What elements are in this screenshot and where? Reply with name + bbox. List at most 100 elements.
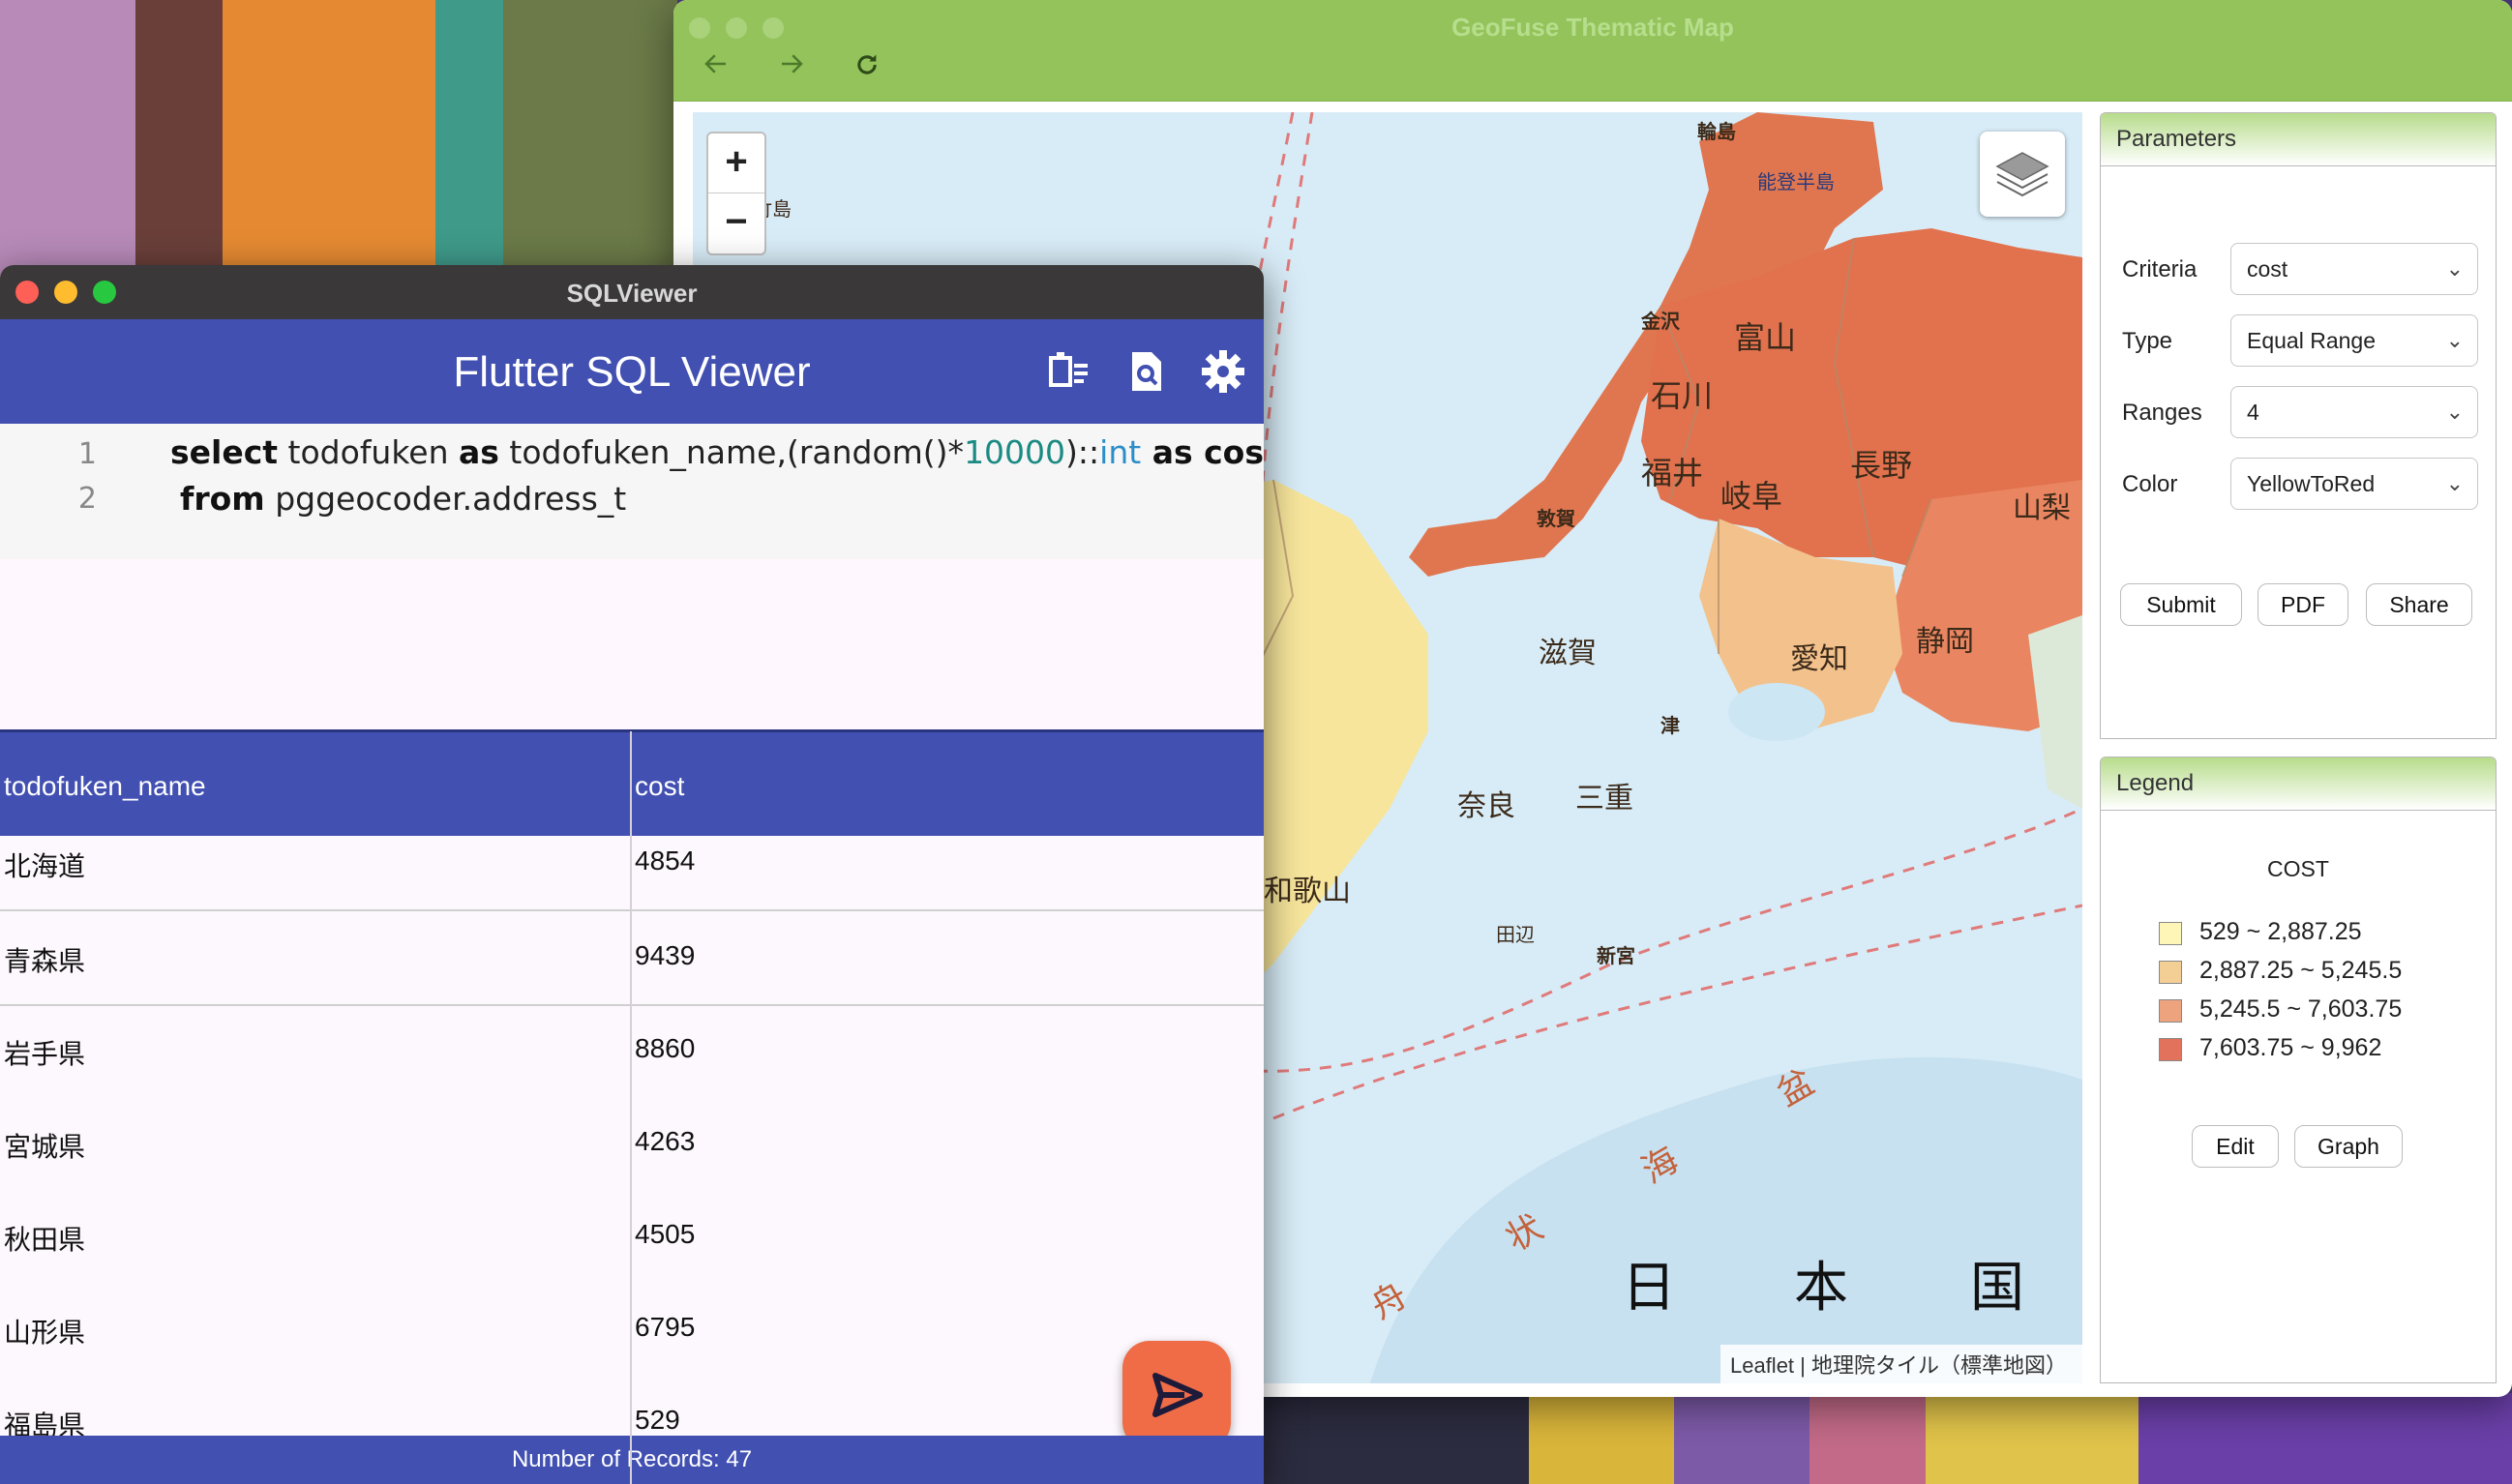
parameters-panel: Parameters Criteria cost ⌄ Type Equal Ra… xyxy=(2100,112,2497,739)
gear-icon xyxy=(1202,350,1244,393)
search-document-icon xyxy=(1132,352,1161,391)
cell-todofuken-name: 秋田県 xyxy=(4,1225,86,1255)
sqlviewer-titlebar: SQLViewer xyxy=(0,265,1264,320)
table-row[interactable]: 青森県 9439 xyxy=(0,911,1264,1006)
cell-todofuken-name: 北海道 xyxy=(4,851,86,881)
forward-button[interactable] xyxy=(770,46,813,89)
legend-swatch xyxy=(2159,1038,2182,1061)
ranges-value: 4 xyxy=(2247,400,2259,425)
map-label-shingu: 新宮 xyxy=(1597,946,1635,967)
map-attribution: Leaflet | 地理院タイル（標準地図） xyxy=(1720,1345,2082,1383)
record-count-status: Number of Records: 47 xyxy=(0,1436,1264,1484)
keyword-from: from xyxy=(180,480,265,518)
reload-button[interactable] xyxy=(846,46,888,89)
layers-icon xyxy=(1995,152,2049,197)
column-header-todofuken-name[interactable]: todofuken_name xyxy=(4,771,206,802)
color-value: YellowToRed xyxy=(2247,471,2376,496)
edit-button[interactable]: Edit xyxy=(2192,1125,2279,1168)
table-row[interactable]: 宮城県 4263 xyxy=(0,1099,1264,1194)
criteria-row: Criteria cost ⌄ xyxy=(2122,243,2478,297)
share-button[interactable]: Share xyxy=(2366,583,2472,626)
map-label-nagano: 長野 xyxy=(1850,448,1913,483)
table-delete-icon xyxy=(1049,352,1088,387)
attribution-text: | 地理院タイル（標準地図） xyxy=(1794,1353,2067,1378)
layers-button[interactable] xyxy=(1980,132,2065,217)
map-label-fukui: 福井 xyxy=(1641,456,1704,490)
map-label-ishikawa: 石川 xyxy=(1651,378,1714,413)
ranges-select[interactable]: 4 ⌄ xyxy=(2230,386,2478,438)
back-button[interactable] xyxy=(695,46,737,89)
cell-cost: 8860 xyxy=(635,1033,696,1063)
cell-cost: 4263 xyxy=(635,1126,696,1156)
map-label-kanazawa: 金沢 xyxy=(1641,312,1680,333)
graph-button[interactable]: Graph xyxy=(2294,1125,2403,1168)
type-value: Equal Range xyxy=(2247,328,2376,353)
zoom-out-button[interactable]: − xyxy=(708,193,764,252)
chevron-down-icon: ⌄ xyxy=(2445,471,2464,495)
code-token: todofuken xyxy=(278,433,459,471)
map-label-tsu: 津 xyxy=(1660,716,1680,737)
code-token: ):: xyxy=(1065,433,1100,471)
leaflet-link[interactable]: Leaflet xyxy=(1730,1353,1794,1378)
legend-panel: Legend COST 529 ~ 2,887.25 2,887.25 ~ 5,… xyxy=(2100,757,2497,1383)
line-number: 1 xyxy=(77,437,97,471)
criteria-value: cost xyxy=(2247,256,2288,282)
type-select[interactable]: Equal Range ⌄ xyxy=(2230,314,2478,367)
ranges-row: Ranges 4 ⌄ xyxy=(2122,386,2478,440)
table-row[interactable]: 北海道 4854 xyxy=(0,836,1264,911)
run-query-search-button[interactable] xyxy=(1122,348,1169,395)
keyword-select: select xyxy=(170,433,279,471)
settings-button[interactable] xyxy=(1200,348,1246,395)
column-divider xyxy=(630,731,632,1484)
criteria-label: Criteria xyxy=(2122,256,2198,282)
type-row: Type Equal Range ⌄ xyxy=(2122,314,2478,369)
code-line-2: from pggeocoder.address_t xyxy=(180,480,626,518)
window-title: SQLViewer xyxy=(566,279,698,308)
app-bar: Flutter SQL Viewer xyxy=(0,319,1264,424)
chevron-down-icon: ⌄ xyxy=(2445,256,2464,281)
pdf-button[interactable]: PDF xyxy=(2258,583,2348,626)
map-label-sea-3: 国 xyxy=(1970,1257,2024,1318)
map-label-toyama: 富山 xyxy=(1734,320,1797,355)
parameters-panel-title: Parameters xyxy=(2101,113,2496,166)
table-row[interactable]: 岩手県 8860 xyxy=(0,1006,1264,1101)
code-number: 10000 xyxy=(964,433,1066,471)
code-area[interactable]: 1 2 select todofuken as todofuken_name,(… xyxy=(0,424,1264,559)
execute-query-button[interactable] xyxy=(1122,1341,1231,1449)
cell-todofuken-name: 岩手県 xyxy=(4,1039,86,1069)
line-number: 2 xyxy=(77,482,97,516)
color-row: Color YellowToRed ⌄ xyxy=(2122,458,2478,512)
type-label: Type xyxy=(2122,328,2173,354)
criteria-select[interactable]: cost ⌄ xyxy=(2230,243,2478,295)
submit-button[interactable]: Submit xyxy=(2120,583,2242,626)
reload-icon xyxy=(857,54,877,74)
zoom-in-button[interactable]: + xyxy=(708,134,764,193)
cell-todofuken-name: 山形県 xyxy=(4,1318,86,1348)
legend-label: 7,603.75 ~ 9,962 xyxy=(2199,1034,2382,1061)
chevron-down-icon: ⌄ xyxy=(2445,328,2464,352)
code-line-1: select todofuken as todofuken_name,(rand… xyxy=(170,433,1264,471)
map-label-sea-1: 日 xyxy=(1622,1257,1676,1318)
cell-cost: 6795 xyxy=(635,1312,696,1342)
table-header: todofuken_name cost xyxy=(0,729,1264,839)
map-label-tanabe: 田辺 xyxy=(1496,925,1535,946)
map-label-noto: 能登半島 xyxy=(1757,172,1835,193)
map-label-tsuruga: 敦賀 xyxy=(1537,509,1575,530)
legend-swatch xyxy=(2159,999,2182,1023)
legend-panel-title: Legend xyxy=(2101,757,2496,811)
code-token: todofuken_name,(random()* xyxy=(498,433,965,471)
keyword-as: as xyxy=(1141,433,1193,471)
clear-table-button[interactable] xyxy=(1045,348,1092,395)
legend-label: 2,887.25 ~ 5,245.5 xyxy=(2199,957,2403,984)
code-type: int xyxy=(1099,433,1142,471)
table-row[interactable]: 秋田県 4505 xyxy=(0,1192,1264,1287)
table-row[interactable]: 山形県 6795 xyxy=(0,1285,1264,1380)
column-header-cost[interactable]: cost xyxy=(635,771,684,802)
code-token: pggeocoder.address_t xyxy=(264,480,627,518)
cell-cost: 4854 xyxy=(635,846,696,876)
cell-cost: 4505 xyxy=(635,1219,696,1249)
color-select[interactable]: YellowToRed ⌄ xyxy=(2230,458,2478,510)
table-row[interactable]: 福島県 529 xyxy=(0,1378,1264,1440)
keyword-as: as xyxy=(459,433,499,471)
map-label-wakayama: 和歌山 xyxy=(1264,876,1351,907)
